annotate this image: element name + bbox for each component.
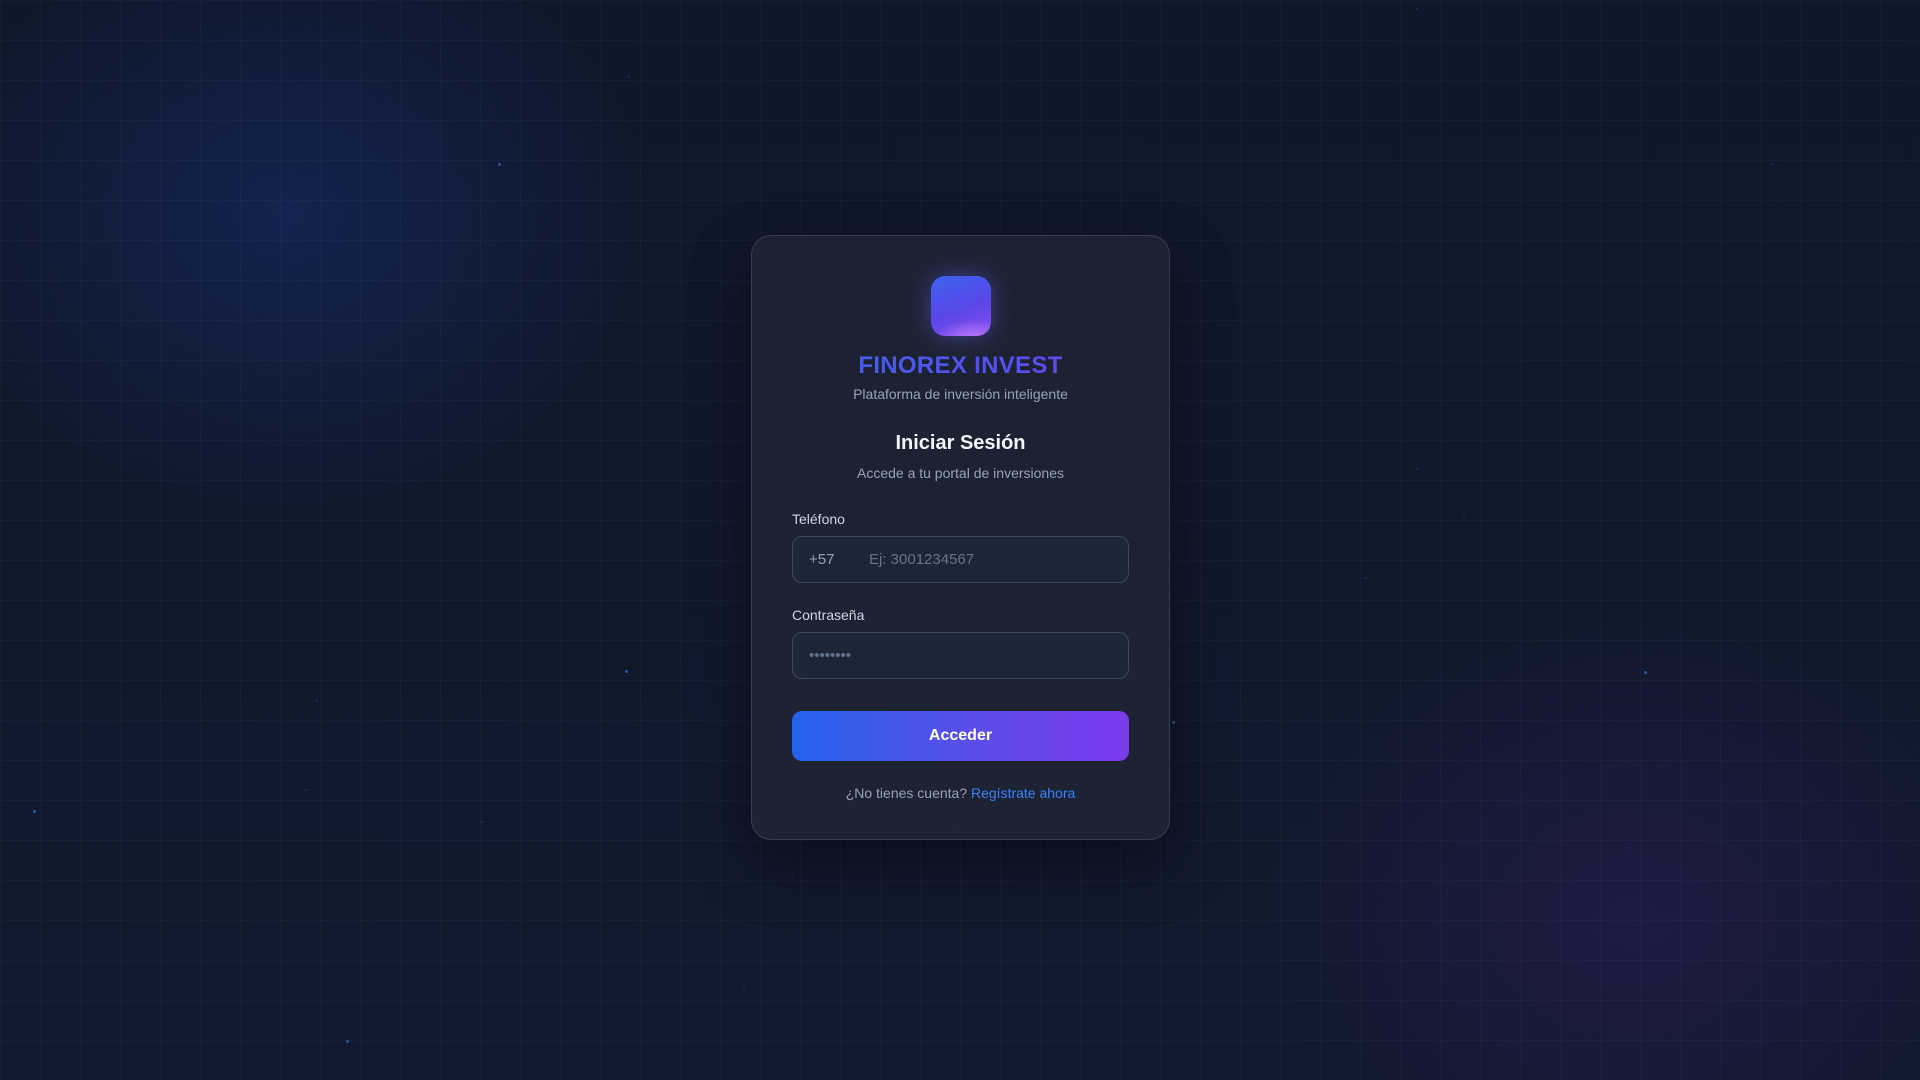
signup-prompt-text: ¿No tienes cuenta? — [845, 785, 968, 801]
particle — [1771, 163, 1773, 165]
app-logo-icon — [930, 276, 991, 336]
phone-label: Teléfono — [792, 511, 845, 527]
particle — [791, 876, 793, 878]
login-subtitle: Accede a tu portal de inversiones — [856, 465, 1064, 481]
particle — [628, 76, 630, 78]
particle — [481, 821, 483, 823]
password-input[interactable] — [809, 647, 1112, 664]
particle — [498, 163, 501, 166]
phone-country-prefix: +57 — [809, 551, 835, 568]
particle — [1416, 8, 1418, 10]
particle — [1416, 468, 1418, 470]
particle — [1365, 577, 1367, 579]
particle — [1644, 671, 1647, 674]
signup-link[interactable]: Regístrate ahora — [971, 785, 1075, 801]
login-button[interactable]: Acceder — [792, 711, 1129, 761]
phone-input[interactable] — [869, 551, 1112, 568]
particle — [1463, 516, 1465, 518]
particle — [1629, 847, 1631, 849]
particle — [305, 789, 307, 791]
signup-prompt: ¿No tienes cuenta? Regístrate ahora — [792, 785, 1129, 801]
brand-name: FINOREX INVEST — [792, 352, 1129, 380]
particle — [33, 810, 36, 813]
particle — [625, 670, 628, 673]
password-field — [792, 632, 1129, 679]
password-label: Contraseña — [792, 607, 865, 623]
particle — [316, 700, 318, 702]
login-form: Teléfono +57 Contraseña Acceder — [792, 511, 1129, 761]
brand-tagline: Plataforma de inversión inteligente — [853, 386, 1068, 402]
login-card: FINOREX INVEST Plataforma de inversión i… — [751, 235, 1170, 840]
phone-field: +57 — [792, 536, 1129, 583]
particle — [346, 1040, 349, 1043]
login-title: Iniciar Sesión — [895, 432, 1026, 454]
particle — [1172, 721, 1175, 724]
particle — [743, 986, 745, 988]
